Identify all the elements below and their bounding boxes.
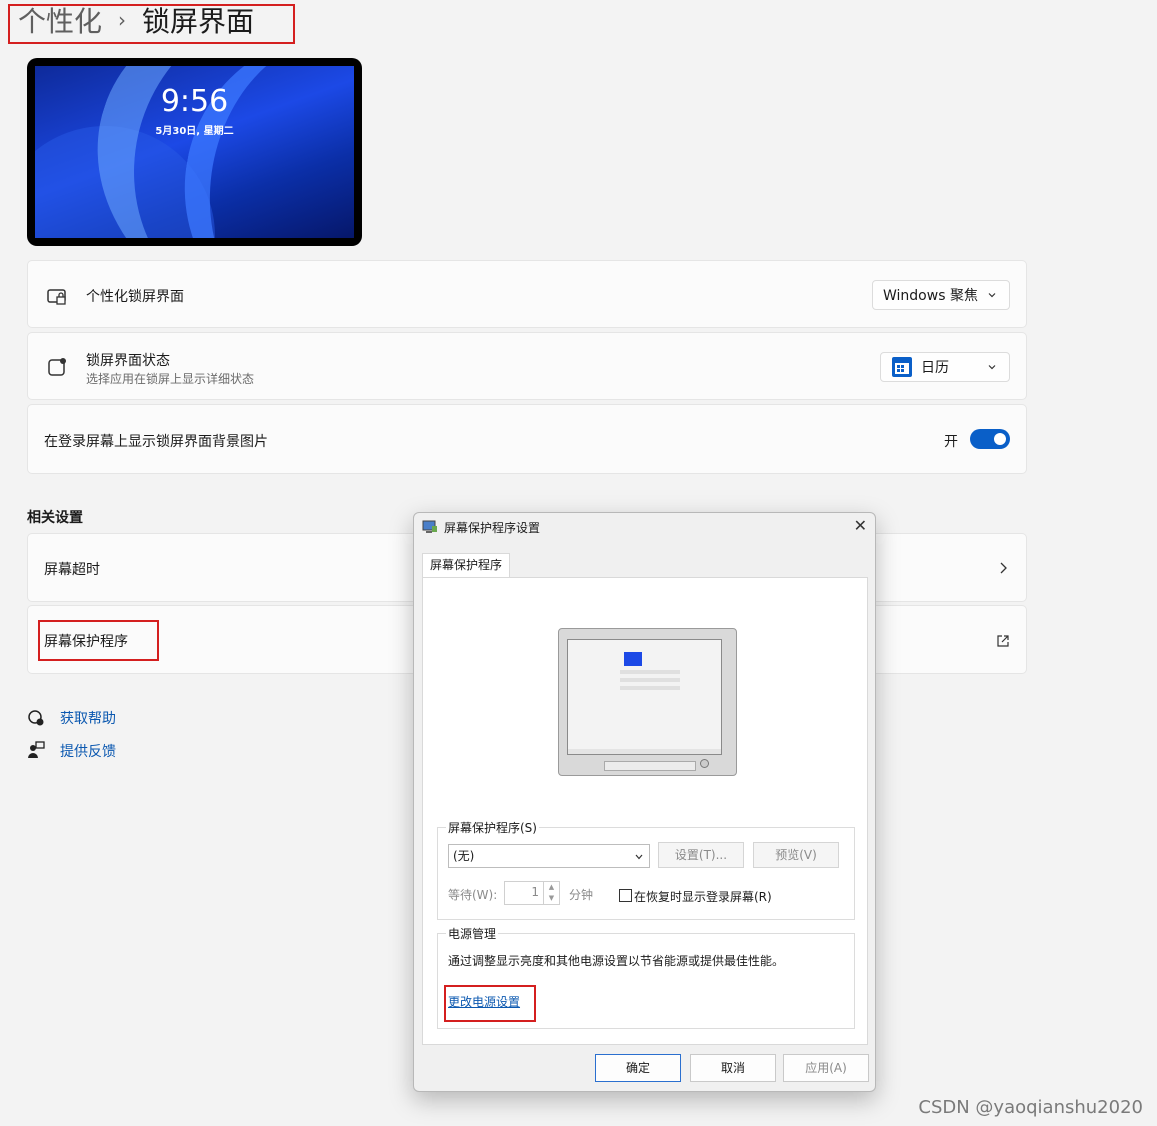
get-help-link[interactable]: 获取帮助 [60, 708, 116, 728]
screensaver-select[interactable]: (无) [448, 844, 650, 868]
wait-stepper[interactable]: 1 ▲ ▼ [504, 881, 560, 905]
lock-status-description: 选择应用在锁屏上显示详细状态 [86, 372, 255, 386]
power-description: 通过调整显示亮度和其他电源设置以节省能源或提供最佳性能。 [448, 954, 785, 968]
feedback-icon [28, 741, 45, 758]
status-icon [48, 358, 66, 376]
show-background-label: 在登录屏幕上显示锁屏界面背景图片 [44, 434, 268, 450]
feedback-link[interactable]: 提供反馈 [60, 741, 116, 761]
related-item-label: 屏幕超时 [44, 562, 100, 578]
highlight-box-screensaver [38, 620, 159, 661]
close-icon[interactable]: ✕ [854, 516, 867, 535]
show-background-toggle[interactable] [970, 429, 1010, 449]
chevron-down-icon [988, 365, 996, 370]
wait-unit: 分钟 [569, 888, 594, 902]
watermark: CSDN @yaoqianshu2020 [918, 1097, 1143, 1118]
cancel-button[interactable]: 取消 [690, 1054, 776, 1082]
lock-screen-preview: 9:56 5月30日, 星期二 [27, 58, 362, 246]
apply-button[interactable]: 应用(A) [783, 1054, 869, 1082]
preview-date: 5月30日, 星期二 [155, 126, 234, 137]
personalize-lock-card: 个性化锁屏界面 Windows 聚焦 [27, 260, 1027, 328]
power-group: 电源管理 通过调整显示亮度和其他电源设置以节省能源或提供最佳性能。 更改电源设置 [437, 925, 855, 1029]
dialog-title: 屏幕保护程序设置 [444, 521, 541, 535]
chevron-right-icon [1000, 562, 1007, 574]
wait-value: 1 [531, 885, 539, 899]
settings-button[interactable]: 设置(T)... [658, 842, 744, 868]
power-group-label: 电源管理 [446, 925, 499, 942]
personalize-lock-value: Windows 聚焦 [883, 288, 978, 304]
external-link-icon [997, 635, 1009, 647]
personalize-lock-label: 个性化锁屏界面 [86, 289, 184, 305]
personalize-lock-dropdown[interactable]: Windows 聚焦 [872, 280, 1010, 310]
show-background-card: 在登录屏幕上显示锁屏界面背景图片 开 [27, 404, 1027, 474]
related-settings-heading: 相关设置 [27, 510, 83, 526]
ok-button[interactable]: 确定 [595, 1054, 681, 1082]
highlight-box-power-link [444, 985, 536, 1022]
toggle-state-label: 开 [944, 434, 958, 450]
screensaver-group: 屏幕保护程序(S) (无) 设置(T)... 预览(V) 等待(W): 1 ▲ ▼… [437, 819, 855, 920]
resume-label: 在恢复时显示登录屏幕(R) [634, 890, 772, 904]
help-icon [28, 710, 44, 726]
lock-status-label: 锁屏界面状态 [86, 353, 170, 369]
preview-time: 9:56 [160, 84, 229, 119]
preview-wallpaper: 9:56 5月30日, 星期二 [35, 66, 354, 238]
chevron-down-icon [635, 854, 643, 860]
highlight-box-title [8, 4, 295, 44]
resume-checkbox[interactable] [619, 889, 632, 902]
lock-status-value: 日历 [921, 360, 949, 376]
lock-screen-icon [47, 289, 66, 305]
lock-status-card: 锁屏界面状态 选择应用在锁屏上显示详细状态 日历 [27, 332, 1027, 400]
display-settings-icon [422, 520, 437, 533]
screensaver-value: (无) [453, 849, 475, 863]
screensaver-group-label: 屏幕保护程序(S) [446, 819, 539, 836]
chevron-down-icon [988, 293, 996, 298]
preview-button[interactable]: 预览(V) [753, 842, 839, 868]
monitor-preview [558, 628, 737, 776]
calendar-icon [892, 357, 912, 377]
tab-panel: 屏幕保护程序(S) (无) 设置(T)... 预览(V) 等待(W): 1 ▲ ▼… [422, 577, 868, 1045]
screensaver-dialog: 屏幕保护程序设置 ✕ 屏幕保护程序 屏幕保护程序(S) (无) 设置(T)...… [413, 512, 876, 1092]
tab-screensaver[interactable]: 屏幕保护程序 [422, 553, 511, 578]
lock-status-dropdown[interactable]: 日历 [880, 352, 1010, 382]
wait-label: 等待(W): [448, 888, 498, 902]
stepper-arrows-icon[interactable]: ▲ ▼ [543, 882, 559, 904]
